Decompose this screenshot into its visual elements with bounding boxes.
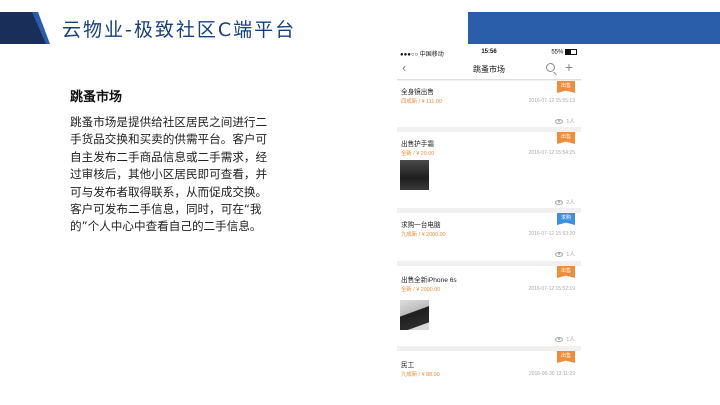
battery-indicator: 55% xyxy=(551,49,577,56)
eye-icon xyxy=(555,118,564,125)
slide-title: 云物业-极致社区C端平台 xyxy=(62,19,297,41)
view-count: 1人 xyxy=(555,335,575,343)
list-item[interactable]: 出售 全身镜出售 四成新 / ¥ 111.00 2016-07-12 15:55… xyxy=(397,81,581,127)
listing-title: 全身镜出售 xyxy=(401,89,434,96)
listing-thumbnail[interactable] xyxy=(400,300,429,330)
status-bar: ●●●○○ 中国移动 15:56 55% xyxy=(397,47,581,59)
listing-date: 2016-07-12 15:55:13 xyxy=(528,98,575,104)
search-icon[interactable] xyxy=(546,63,555,72)
header-title-box: 云物业-极致社区C端平台 xyxy=(38,12,468,44)
section-heading: 跳蚤市场 xyxy=(70,90,123,105)
listing-price: 九成新 / ¥ 2000.00 xyxy=(401,232,446,238)
listing-title: 出售全新iPhone 6s xyxy=(401,277,457,284)
listing-price: 全新 / ¥ 20.00 xyxy=(401,151,435,157)
listing-title: 民工 xyxy=(401,362,415,369)
nav-bar: ‹ 跳蚤市场 + xyxy=(397,59,581,80)
description-paragraph: 客户可发布二手信息，同时，可在“我的”个人中心中查看自己的二手信息。 xyxy=(70,202,262,234)
view-count: 1人 xyxy=(555,117,575,125)
battery-icon xyxy=(565,49,577,55)
list-item[interactable]: 求购 求购一台电脑 九成新 / ¥ 2000.00 2016-07-12 15:… xyxy=(397,213,581,261)
list-item[interactable]: 出售 出售全新iPhone 6s 全新 / ¥ 2000.00 2016-07-… xyxy=(397,266,581,346)
phone-screenshot: ●●●○○ 中国移动 15:56 55% ‹ 跳蚤市场 + 出售 全身镜出售 四… xyxy=(397,47,581,380)
listing-price: 全新 / ¥ 2000.00 xyxy=(401,287,441,293)
description-paragraph: 跳蚤市场是提供给社区居民之间进行二手货品交换和买卖的供需平台。客户可自主发布二手… xyxy=(70,115,268,199)
view-count: 1人 xyxy=(555,250,575,258)
eye-icon xyxy=(555,251,564,258)
tag-badge: 出售 xyxy=(557,266,575,278)
header-band: 云物业-极致社区C端平台 xyxy=(0,12,720,44)
tag-badge: 出售 xyxy=(557,132,575,144)
section-description: 跳蚤市场是提供给社区居民之间进行二手货品交换和买卖的供需平台。客户可自主发布二手… xyxy=(70,114,270,236)
tag-badge: 出售 xyxy=(557,351,575,363)
listing-date: 2016-07-12 15:52:19 xyxy=(528,286,575,292)
tag-badge: 求购 xyxy=(557,213,575,225)
listing-title: 求购一台电脑 xyxy=(401,222,441,229)
header-accent xyxy=(0,12,46,44)
listing-price: 四成新 / ¥ 111.00 xyxy=(401,99,442,105)
listing-date: 2016-06-30 13:11:29 xyxy=(528,371,575,377)
listing-thumbnail[interactable] xyxy=(400,160,429,190)
list-item[interactable]: 出售 出售护手霜 全新 / ¥ 20.00 2016-07-12 15:54:2… xyxy=(397,132,581,208)
listing-title: 出售护手霜 xyxy=(401,141,434,148)
view-count: 2人 xyxy=(555,198,575,206)
listing-date: 2016-07-12 15:53:20 xyxy=(528,231,575,237)
battery-percent: 55% xyxy=(551,49,564,56)
list-item[interactable]: 出售 民工 九成新 / ¥ 88.00 2016-06-30 13:11:29 xyxy=(397,351,581,380)
eye-icon xyxy=(555,199,564,206)
tag-badge: 出售 xyxy=(557,81,575,93)
listing-price: 九成新 / ¥ 88.00 xyxy=(401,372,440,378)
listing-date: 2016-07-12 15:54:25 xyxy=(528,150,575,156)
eye-icon xyxy=(555,336,564,343)
plus-icon[interactable]: + xyxy=(565,59,573,75)
